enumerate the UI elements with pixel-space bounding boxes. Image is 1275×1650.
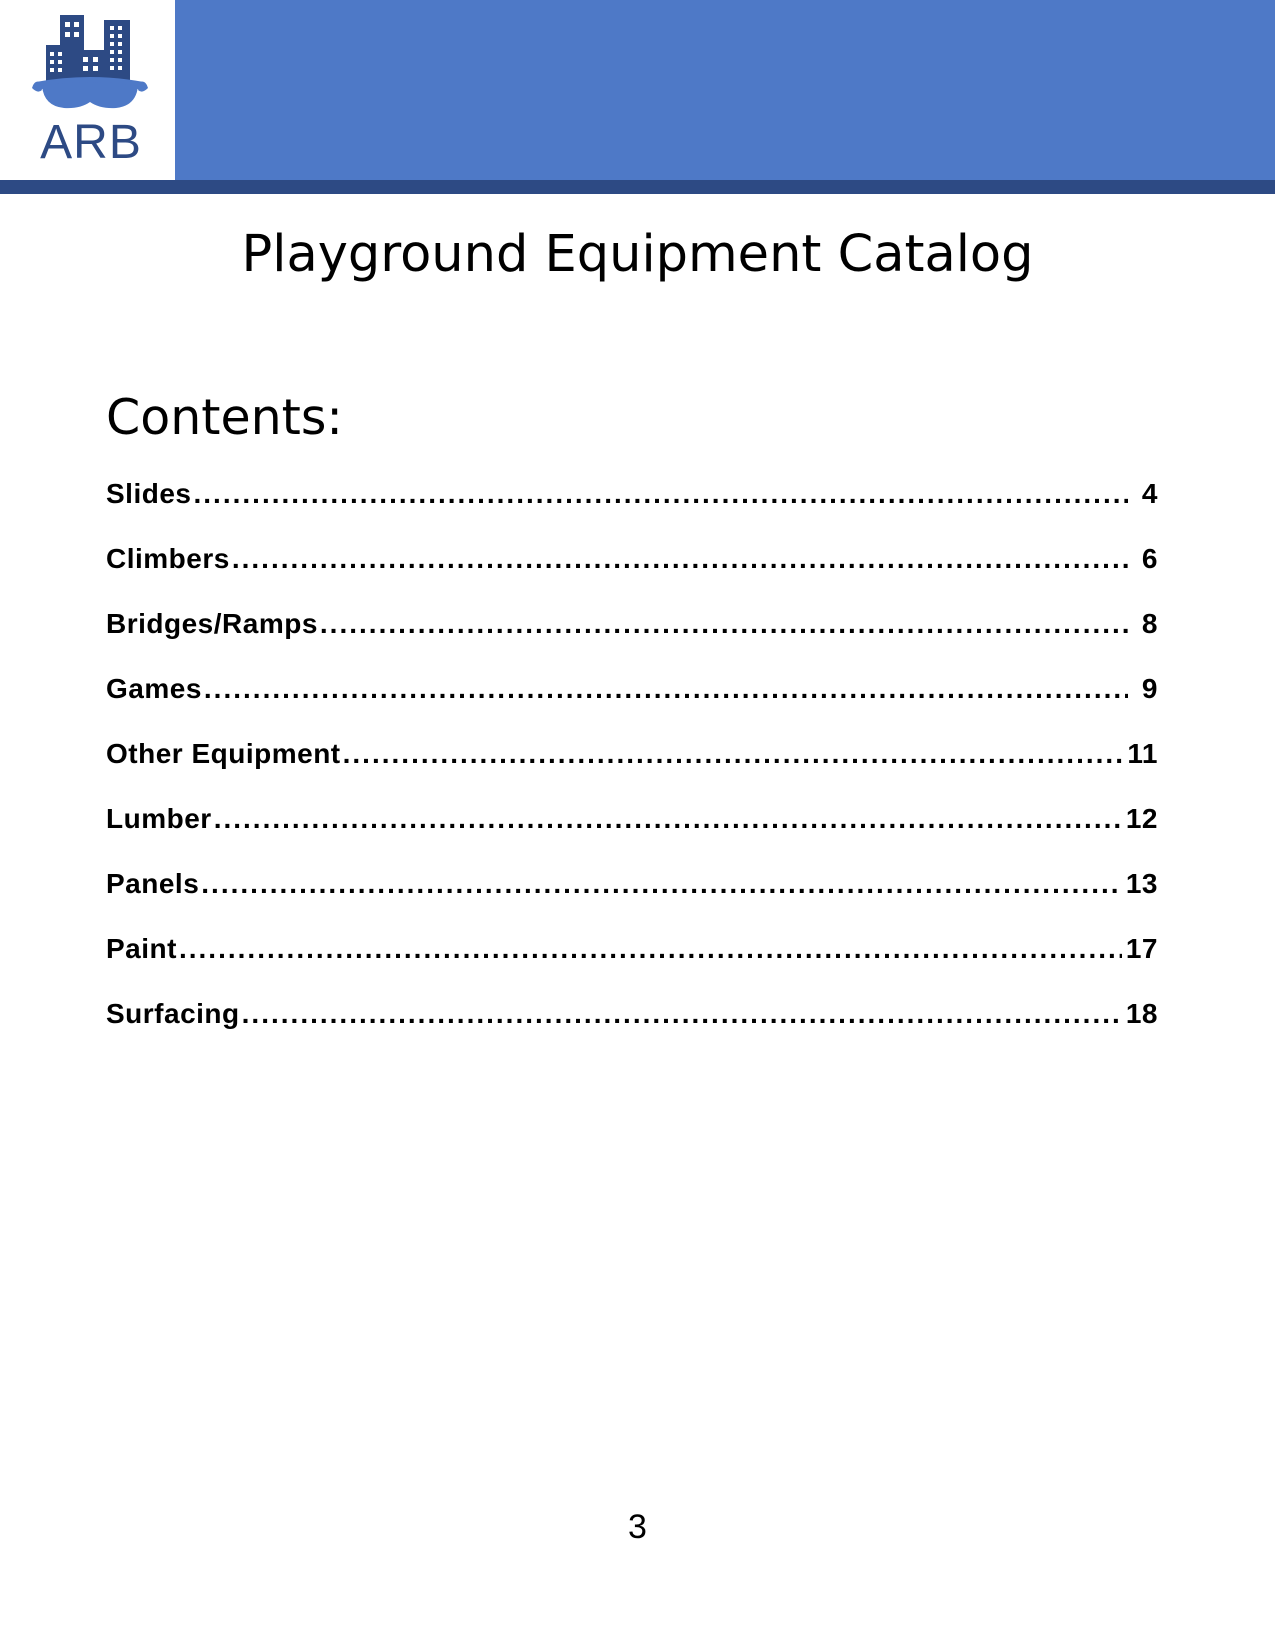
toc-entry-label: Other Equipment (106, 738, 341, 769)
header-rule (0, 180, 1275, 194)
toc-entry-page: 13 (1125, 868, 1158, 899)
dot-leader (179, 933, 1122, 965)
toc-entry-label: Panels (106, 868, 200, 899)
document-title: Playground Equipment Catalog (241, 225, 1034, 284)
toc-entry-other-equipment[interactable]: Other Equipment 11 (106, 738, 1158, 803)
toc-entry-label: Paint (106, 933, 177, 964)
dot-leader (214, 803, 1122, 835)
dot-leader (193, 478, 1128, 510)
contents-heading: Contents: (106, 389, 343, 446)
logo-text: ARB (40, 116, 142, 169)
toc-entry-label: Bridges/Ramps (106, 608, 318, 639)
toc-entry-paint[interactable]: Paint 17 (106, 933, 1158, 998)
toc-entry-page: 17 (1125, 933, 1158, 964)
toc-entry-surfacing[interactable]: Surfacing 18 (106, 998, 1158, 1063)
toc-entry-climbers[interactable]: Climbers 6 (106, 543, 1158, 608)
toc-entry-slides[interactable]: Slides 4 (106, 478, 1158, 543)
toc-entry-page: 18 (1125, 998, 1158, 1029)
toc-entry-label: Games (106, 673, 202, 704)
dot-leader (343, 738, 1124, 770)
toc-entry-page: 4 (1141, 478, 1158, 509)
header-band (0, 0, 1275, 180)
toc-entry-lumber[interactable]: Lumber 12 (106, 803, 1158, 868)
city-buildings-goggles-icon (32, 15, 148, 109)
toc-entry-bridges-ramps[interactable]: Bridges/Ramps 8 (106, 608, 1158, 673)
table-of-contents: Slides 4 Climbers 6 Bridges/Ramps 8 Game… (106, 478, 1158, 1063)
toc-entry-label: Climbers (106, 543, 230, 574)
toc-entry-page: 6 (1141, 543, 1158, 574)
dot-leader (242, 998, 1122, 1030)
dot-leader (204, 673, 1128, 705)
toc-entry-page: 11 (1127, 738, 1158, 769)
toc-entry-page: 9 (1141, 673, 1158, 704)
dot-leader (320, 608, 1128, 640)
toc-entry-label: Surfacing (106, 998, 240, 1029)
page-number: 3 (628, 1508, 647, 1546)
toc-entry-page: 8 (1141, 608, 1158, 639)
logo: ARB (0, 0, 175, 180)
toc-entry-panels[interactable]: Panels 13 (106, 868, 1158, 933)
toc-entry-label: Slides (106, 478, 192, 509)
dot-leader (201, 868, 1122, 900)
dot-leader (232, 543, 1128, 575)
toc-entry-games[interactable]: Games 9 (106, 673, 1158, 738)
toc-entry-label: Lumber (106, 803, 212, 834)
toc-entry-page: 12 (1125, 803, 1158, 834)
